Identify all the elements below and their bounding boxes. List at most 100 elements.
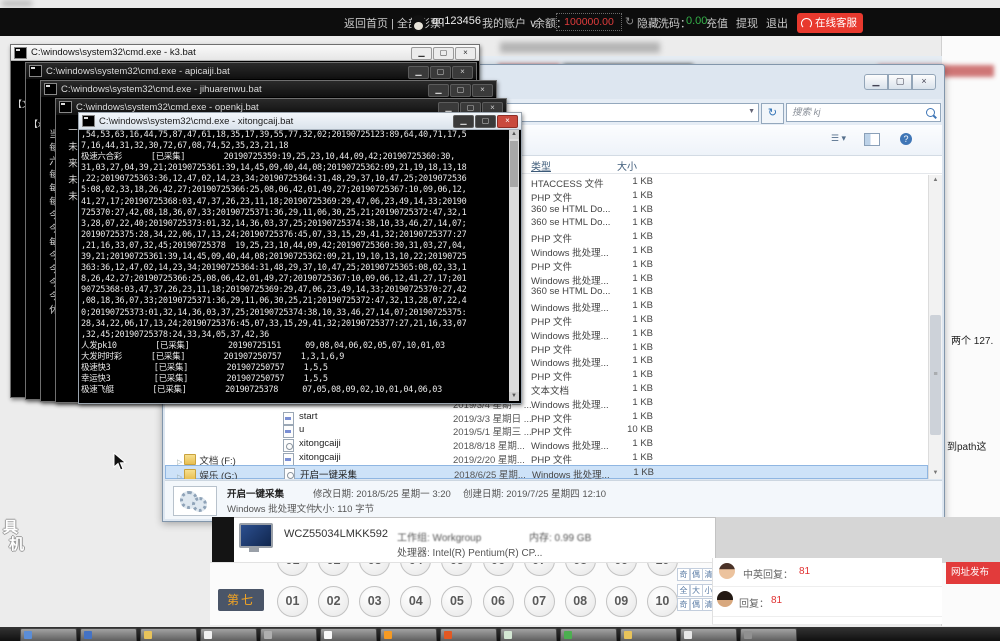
taskbar-button-folder-window[interactable] [140, 628, 197, 641]
taskbar-button-folder-window[interactable] [620, 628, 677, 641]
minimize-button[interactable]: ▁ [428, 84, 449, 97]
expand-icon[interactable]: ▷ [177, 474, 182, 479]
cmd-window-xitongcaij[interactable]: C:\windows\system32\cmd.exe - xitongcaij… [78, 112, 522, 404]
bet-number-07[interactable]: 07 [524, 562, 555, 576]
bet-number-10[interactable]: 10 [647, 586, 678, 617]
bet-number-08[interactable]: 08 [565, 586, 596, 617]
taskbar-button-app-window[interactable] [80, 628, 137, 641]
document-window-icon [684, 631, 692, 639]
bet-number-02[interactable]: 02 [318, 562, 349, 576]
address-bar[interactable]: ▼ [505, 103, 759, 122]
sidebar-item-F[interactable]: ▷文档 (F:) [177, 453, 236, 467]
bet-number-01[interactable]: 01 [277, 562, 308, 576]
taskbar-button-app-window[interactable] [560, 628, 617, 641]
bet-number-04[interactable]: 04 [400, 562, 431, 576]
bet-number-01[interactable]: 01 [277, 586, 308, 617]
maximize-button[interactable]: ▢ [475, 115, 496, 128]
quick-select-奇[interactable]: 奇 [677, 598, 690, 611]
close-button[interactable]: × [497, 115, 518, 128]
scroll-up-icon[interactable]: ▲ [509, 130, 519, 139]
recharge-link[interactable]: 充值 [706, 15, 728, 31]
quick-select-全[interactable]: 全 [677, 584, 690, 597]
bet-number-09[interactable]: 09 [606, 562, 637, 576]
quick-select-偶[interactable]: 偶 [690, 598, 703, 611]
maximize-button[interactable]: ▢ [888, 74, 912, 90]
background-text-fragment: 到path这 [947, 438, 986, 453]
close-button[interactable]: × [912, 74, 936, 90]
minimize-button[interactable]: ▁ [864, 74, 888, 90]
refresh-button[interactable]: ↻ [761, 103, 784, 124]
quick-select-大[interactable]: 大 [690, 584, 703, 597]
change-view-button[interactable]: ☰ ▾ [831, 133, 846, 144]
scroll-up-icon[interactable]: ▲ [930, 175, 941, 186]
bet-number-02[interactable]: 02 [318, 586, 349, 617]
expand-icon[interactable]: ▷ [177, 459, 182, 466]
service-chat-widget: 中英回复： 81 回复： 81 [712, 558, 942, 624]
bet-number-09[interactable]: 09 [606, 586, 637, 617]
search-icon [926, 108, 935, 117]
bet-number-05[interactable]: 05 [441, 562, 472, 576]
online-service-button[interactable]: 在线客服 [797, 13, 863, 33]
search-input[interactable]: 搜索 kj [786, 103, 941, 122]
taskbar-button-app-window[interactable] [20, 628, 77, 641]
console-scrollbar[interactable]: ▲ ▼ [509, 130, 519, 401]
taskbar-button-document-window[interactable] [200, 628, 257, 641]
chevron-down-icon[interactable]: ▼ [748, 108, 755, 115]
logout-link[interactable]: 退出 [766, 15, 788, 31]
bet-number-03[interactable]: 03 [359, 562, 390, 576]
bet-number-03[interactable]: 03 [359, 586, 390, 617]
taskbar-button-app-window[interactable] [260, 628, 317, 641]
quick-select-清[interactable]: 清 [702, 598, 712, 611]
column-header-type[interactable]: 类型 [531, 158, 551, 173]
preview-pane-icon[interactable] [864, 133, 880, 146]
close-button[interactable]: × [472, 84, 493, 97]
column-header-size[interactable]: 大小 [617, 158, 637, 173]
minimize-button[interactable]: ▁ [408, 66, 429, 79]
withdraw-link[interactable]: 提现 [736, 15, 758, 31]
quick-select-偶[interactable]: 偶 [690, 568, 703, 581]
bet-number-06[interactable]: 06 [483, 562, 514, 576]
bet-number-08[interactable]: 08 [565, 562, 596, 576]
taskbar-button-app-window[interactable] [500, 628, 557, 641]
bet-number-04[interactable]: 04 [400, 586, 431, 617]
scroll-down-icon[interactable]: ▼ [930, 468, 941, 479]
file-row[interactable]: xitongcaiji2019/2/20 星期...PHP 文件1 KB [165, 451, 928, 465]
maximize-button[interactable]: ▢ [430, 66, 451, 79]
taskbar-button-app-window[interactable] [440, 628, 497, 641]
file-type: 360 se HTML Do... [531, 217, 610, 228]
scroll-down-icon[interactable]: ▼ [509, 392, 519, 401]
site-notice-tag[interactable]: 网址发布 [946, 562, 1000, 584]
close-button[interactable]: × [452, 66, 473, 79]
nav-links[interactable]: 返回首页 | 全部彩票 [344, 15, 441, 31]
folder-window-icon [144, 631, 152, 639]
refresh-balance-icon[interactable]: ↻ [625, 15, 634, 28]
file-row[interactable]: xitongcaiji2018/8/18 星期...Windows 批处理...… [165, 437, 928, 451]
scrollbar-thumb[interactable]: ≡ [930, 315, 941, 435]
quick-select-小[interactable]: 小 [702, 584, 712, 597]
close-button[interactable]: × [455, 47, 476, 60]
bet-number-05[interactable]: 05 [441, 586, 472, 617]
bet-number-06[interactable]: 06 [483, 586, 514, 617]
help-icon[interactable]: ? [900, 133, 912, 145]
minimize-button[interactable]: ▁ [453, 115, 474, 128]
taskbar-button-app-window[interactable] [740, 628, 797, 641]
minimize-button[interactable]: ▁ [411, 47, 432, 60]
quick-select-奇[interactable]: 奇 [677, 568, 690, 581]
bet-number-07[interactable]: 07 [524, 586, 555, 617]
maximize-button[interactable]: ▢ [450, 84, 471, 97]
scrollbar-thumb[interactable] [510, 141, 518, 187]
file-row[interactable]: 开启一键采集2018/6/25 星期...Windows 批处理...1 KB [165, 465, 928, 479]
file-row[interactable]: start2019/3/3 星期日 ...PHP 文件1 KB [165, 410, 928, 424]
document-window-icon [204, 631, 212, 639]
maximize-button[interactable]: ▢ [433, 47, 454, 60]
account-menu[interactable]: 我的账户 ∨ [482, 15, 537, 31]
hide-balance-button[interactable]: 隐藏 [637, 15, 659, 31]
file-list-scrollbar[interactable]: ▲ ≡ ▼ [928, 175, 942, 479]
file-row[interactable]: u2019/5/1 星期三 ...PHP 文件10 KB [165, 423, 928, 437]
taskbar-button-document-window[interactable] [680, 628, 737, 641]
sidebar-item-G[interactable]: ▷娱乐 (G:) [177, 468, 237, 479]
quick-select-清[interactable]: 清 [702, 568, 712, 581]
taskbar-button-app-window[interactable] [380, 628, 437, 641]
bet-number-10[interactable]: 10 [647, 562, 678, 576]
taskbar-button-document-window[interactable] [320, 628, 377, 641]
